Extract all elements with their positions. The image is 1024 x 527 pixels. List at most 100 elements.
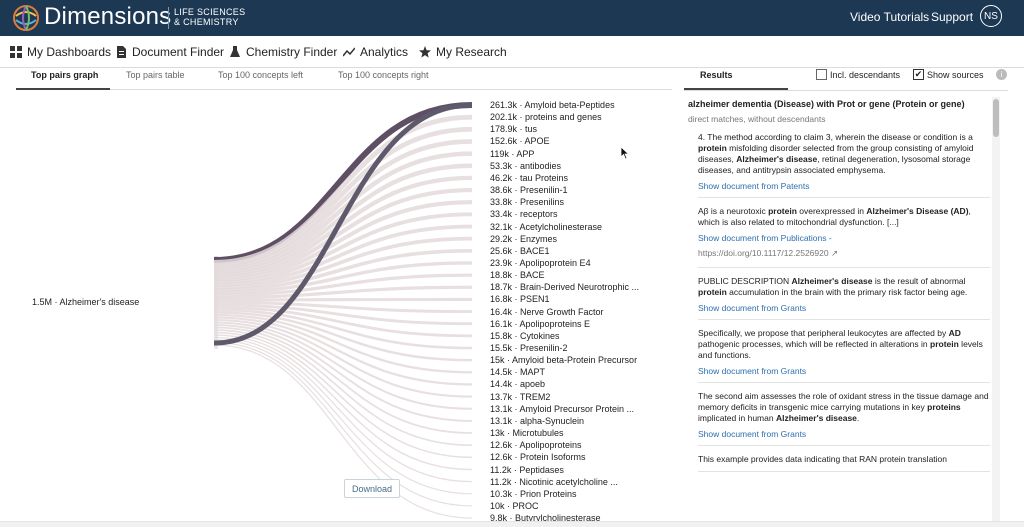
concept-label[interactable]: 119k · APP: [490, 149, 534, 159]
brand-subtitle: LIFE SCIENCES & CHEMISTRY: [174, 7, 245, 27]
mouse-cursor-icon: [620, 146, 630, 160]
star-icon: [419, 46, 431, 58]
checkbox-label: Incl. descendants: [830, 69, 901, 80]
checkbox-checked-icon[interactable]: ✔: [913, 69, 924, 80]
show-document-link[interactable]: Show document from Publications -: [698, 233, 990, 243]
nav-document-finder[interactable]: Document Finder: [115, 45, 224, 59]
concept-label[interactable]: 15k · Amyloid beta-Protein Precursor: [490, 355, 637, 365]
concept-label[interactable]: 13.1k · Amyloid Precursor Protein ...: [490, 404, 634, 414]
result-card: The second aim assesses the role of oxid…: [698, 383, 990, 446]
concept-label[interactable]: 23.9k · Apolipoprotein E4: [490, 258, 591, 268]
result-card: This example provides data indicating th…: [698, 446, 990, 472]
nav-label: Chemistry Finder: [246, 45, 338, 59]
results-scrollbar[interactable]: [992, 97, 1000, 527]
nav-label: My Dashboards: [27, 45, 112, 59]
brand-subtitle-line2: & CHEMISTRY: [174, 17, 239, 27]
checkbox-box[interactable]: [816, 69, 827, 80]
concept-label[interactable]: 16.8k · PSEN1: [490, 294, 550, 304]
support-link[interactable]: Support: [931, 10, 973, 24]
result-card: PUBLIC DESCRIPTION Alzheimer's disease i…: [698, 268, 990, 320]
sankey-link[interactable]: [213, 316, 473, 386]
doi-link[interactable]: https://doi.org/10.1117/12.2526920 ↗: [698, 248, 838, 258]
flask-icon: [230, 46, 240, 57]
concept-label[interactable]: 14.4k · apoeb: [490, 379, 545, 389]
result-snippet: This example provides data indicating th…: [698, 454, 947, 464]
concept-label[interactable]: 38.6k · Presenilin-1: [490, 185, 568, 195]
nav-label: My Research: [436, 45, 507, 59]
concept-label[interactable]: 202.1k · proteins and genes: [490, 112, 602, 122]
concept-label[interactable]: 16.4k · Nerve Growth Factor: [490, 307, 604, 317]
concept-label[interactable]: 14.5k · MAPT: [490, 367, 545, 377]
concept-label[interactable]: 13k · Microtubules: [490, 428, 564, 438]
concept-label[interactable]: 33.8k · Presenilins: [490, 197, 564, 207]
concept-label[interactable]: 18.7k · Brain-Derived Neurotrophic ...: [490, 282, 639, 292]
line-chart-icon: [343, 47, 355, 57]
show-document-link[interactable]: Show document from Grants: [698, 429, 990, 439]
concept-label[interactable]: 46.2k · tau Proteins: [490, 173, 568, 183]
results-panel: Results Incl. descendants ✔ Show sources…: [672, 68, 1024, 527]
download-button[interactable]: Download: [344, 479, 400, 498]
concept-label[interactable]: 152.6k · APOE: [490, 136, 550, 146]
concept-label[interactable]: 15.8k · Cytokines: [490, 331, 560, 341]
video-tutorials-link[interactable]: Video Tutorials: [850, 10, 929, 24]
brand-subtitle-line1: LIFE SCIENCES: [174, 7, 246, 17]
dashboard-grid-icon: [10, 46, 22, 58]
results-divider: [684, 90, 1008, 91]
result-snippet: PUBLIC DESCRIPTION Alzheimer's disease i…: [698, 276, 968, 297]
top-bar: Dimensions LIFE SCIENCES & CHEMISTRY Vid…: [0, 0, 1024, 36]
concept-label[interactable]: 32.1k · Acetylcholinesterase: [490, 222, 602, 232]
result-card: Specifically, we propose that peripheral…: [698, 320, 990, 383]
results-title: alzheimer dementia (Disease) with Prot o…: [688, 99, 965, 109]
result-snippet: Specifically, we propose that peripheral…: [698, 328, 983, 360]
concept-label[interactable]: 18.8k · BACE: [490, 270, 545, 280]
result-card: Aβ is a neurotoxic protein overexpressed…: [698, 198, 990, 268]
sankey-link[interactable]: [213, 297, 473, 302]
result-snippet: 4. The method according to claim 3, wher…: [698, 132, 974, 175]
graph-panel: Top pairs graph Top pairs table Top 100 …: [0, 68, 672, 527]
concept-label[interactable]: 261.3k · Amyloid beta-Peptides: [490, 100, 615, 110]
document-icon: [117, 46, 126, 58]
nav-label: Analytics: [360, 45, 409, 59]
concept-label[interactable]: 178.9k · tus: [490, 124, 537, 134]
results-list: alzheimer dementia (Disease) with Prot o…: [688, 97, 1000, 527]
concept-label[interactable]: 16.1k · Apolipoproteins E: [490, 319, 590, 329]
tab-results[interactable]: Results: [700, 70, 733, 80]
concept-label[interactable]: 11.2k · Peptidases: [490, 465, 564, 475]
result-snippet: The second aim assesses the role of oxid…: [698, 391, 989, 423]
nav-label: Document Finder: [132, 45, 225, 59]
concept-label[interactable]: 12.6k · Protein Isoforms: [490, 452, 586, 462]
concept-label[interactable]: 33.4k · receptors: [490, 209, 558, 219]
incl-descendants-checkbox[interactable]: Incl. descendants: [816, 69, 900, 80]
globe-logo-icon[interactable]: [12, 4, 40, 32]
user-avatar[interactable]: NS: [980, 5, 1002, 27]
concept-label[interactable]: 13.7k · TREM2: [490, 392, 550, 402]
nav-my-research[interactable]: My Research: [419, 45, 507, 59]
concept-label[interactable]: 10.3k · Prion Proteins: [490, 489, 577, 499]
concept-label[interactable]: 12.6k · Apolipoproteins: [490, 440, 582, 450]
main-nav: My Dashboards Document Finder Chemistry …: [0, 36, 1024, 68]
concept-label[interactable]: 29.2k · Enzymes: [490, 234, 557, 244]
brand-divider: [168, 7, 169, 29]
bottom-edge: [0, 521, 1024, 527]
concept-label[interactable]: 25.6k · BACE1: [490, 246, 550, 256]
nav-chemistry-finder[interactable]: Chemistry Finder: [229, 45, 337, 59]
info-icon[interactable]: i: [996, 69, 1007, 80]
concept-label[interactable]: 15.5k · Presenilin-2: [490, 343, 568, 353]
source-node-label: 1.5M · Alzheimer's disease: [32, 297, 140, 307]
show-sources-checkbox[interactable]: ✔ Show sources: [913, 69, 984, 80]
nav-my-dashboards[interactable]: My Dashboards: [10, 45, 111, 59]
brand-name[interactable]: Dimensions: [44, 3, 171, 31]
result-card: 4. The method according to claim 3, wher…: [698, 124, 990, 198]
results-subtitle: direct matches, without descendants: [688, 114, 826, 124]
concept-label[interactable]: 53.3k · antibodies: [490, 161, 561, 171]
sankey-link[interactable]: [213, 334, 473, 471]
nav-analytics[interactable]: Analytics: [343, 45, 408, 59]
show-document-link[interactable]: Show document from Patents: [698, 181, 990, 191]
scrollbar-thumb[interactable]: [993, 99, 999, 137]
concept-label[interactable]: 10k · PROC: [490, 501, 539, 511]
checkbox-label: Show sources: [927, 69, 984, 80]
show-document-link[interactable]: Show document from Grants: [698, 303, 990, 313]
show-document-link[interactable]: Show document from Grants: [698, 366, 990, 376]
concept-label[interactable]: 13.1k · alpha-Synuclein: [490, 416, 584, 426]
concept-label[interactable]: 11.2k · Nicotinic acetylcholine ...: [490, 477, 618, 487]
